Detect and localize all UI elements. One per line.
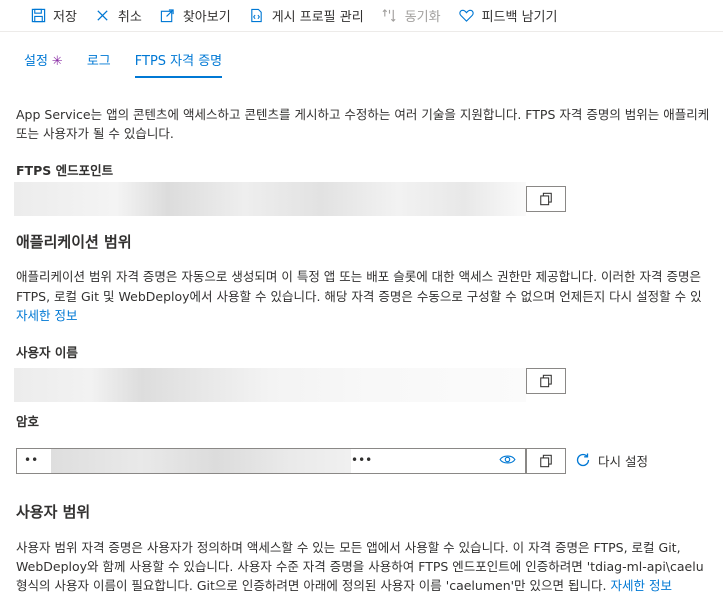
sync-button[interactable]: 동기화	[382, 0, 441, 32]
cancel-button[interactable]: 취소	[95, 0, 142, 32]
copy-username-button[interactable]	[526, 368, 566, 394]
manage-profile-label: 게시 프로필 관리	[271, 10, 364, 25]
heart-icon	[459, 8, 475, 24]
command-bar: 저장 취소 찾아보기 게시 프로필 관리 동기화 피드백 남기기	[0, 0, 723, 32]
sync-label: 동기화	[404, 10, 441, 25]
user-scope-line-1: 사용자 범위 자격 증명은 사용자가 정의하며 액세스할 수 있는 모든 앱에서…	[16, 540, 681, 555]
user-scope-learn-more-link[interactable]: 자세한 정보	[610, 578, 671, 593]
open-external-icon	[160, 8, 176, 24]
tab-ftps-credentials[interactable]: FTPS 자격 증명	[134, 48, 223, 78]
password-dots-end: •••	[351, 453, 373, 467]
copy-icon	[540, 192, 552, 206]
browse-button[interactable]: 찾아보기	[160, 0, 231, 32]
manage-publish-profile-button[interactable]: 게시 프로필 관리	[249, 0, 364, 32]
show-password-icon[interactable]	[499, 453, 516, 470]
refresh-icon	[576, 453, 590, 467]
password-label: 암호	[16, 414, 40, 429]
user-scope-title: 사용자 범위	[16, 503, 91, 521]
cancel-label: 취소	[117, 10, 142, 25]
user-scope-line-3-text: 형식의 사용자 이름이 필요합니다. Git으로 인증하려면 아래에 정의된 사…	[16, 578, 607, 593]
copy-icon	[540, 454, 552, 468]
password-dots-start: ••	[24, 453, 39, 467]
password-field[interactable]: •• •••	[16, 448, 526, 474]
copy-icon	[540, 374, 552, 388]
copy-password-button[interactable]	[526, 448, 566, 474]
app-scope-line-2: FTPS, 로컬 Git 및 WebDeploy에서 사용할 수 있습니다. 해…	[16, 289, 702, 304]
feedback-button[interactable]: 피드백 남기기	[459, 0, 558, 32]
password-redacted	[51, 449, 351, 473]
tab-logs[interactable]: 로그	[87, 48, 111, 78]
app-scope-title: 애플리케이션 범위	[16, 233, 132, 251]
save-button[interactable]: 저장	[30, 0, 77, 32]
reset-password-button[interactable]: 다시 설정	[575, 449, 648, 471]
tab-settings-label: 설정	[24, 54, 48, 69]
user-scope-line-3: 형식의 사용자 이름이 필요합니다. Git으로 인증하려면 아래에 정의된 사…	[16, 576, 723, 596]
user-scope-line-2: WebDeploy와 함께 사용할 수 있습니다. 사용자 수준 자격 증명을 …	[16, 559, 704, 574]
ftps-endpoint-field[interactable]	[14, 182, 526, 216]
app-scope-line-1: 애플리케이션 범위 자격 증명은 자동으로 생성되며 이 특정 앱 또는 배포 …	[16, 269, 701, 284]
username-field[interactable]	[14, 368, 526, 402]
sync-icon	[382, 8, 398, 24]
tab-settings[interactable]: 설정 ✳	[24, 48, 63, 78]
tab-ftps-label: FTPS 자격 증명	[134, 54, 223, 69]
close-icon	[95, 8, 111, 24]
code-file-icon	[249, 8, 265, 24]
unsaved-star-icon: ✳	[51, 54, 63, 69]
intro-line-2: 또는 사용자가 될 수 있습니다.	[16, 126, 174, 141]
ftps-endpoint-label: FTPS 엔드포인트	[16, 163, 114, 178]
reset-label: 다시 설정	[598, 453, 648, 469]
tab-logs-label: 로그	[86, 54, 111, 69]
app-scope-learn-more-link[interactable]: 자세한 정보	[16, 306, 77, 326]
save-icon	[30, 8, 46, 24]
browse-label: 찾아보기	[182, 10, 231, 25]
copy-endpoint-button[interactable]	[526, 186, 566, 212]
username-label: 사용자 이름	[16, 345, 78, 360]
intro-line-1: App Service는 앱의 콘텐츠에 액세스하고 콘텐츠를 게시하고 수정하…	[16, 107, 710, 122]
save-label: 저장	[53, 10, 77, 25]
tab-list: 설정 ✳ 로그 FTPS 자격 증명	[24, 48, 246, 78]
feedback-label: 피드백 남기기	[481, 10, 558, 25]
